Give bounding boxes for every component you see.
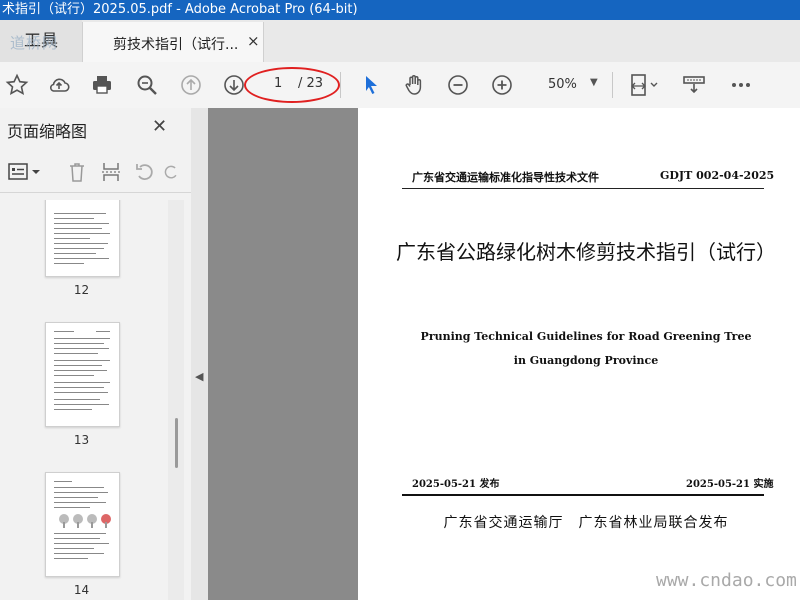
zoom-in-icon[interactable] [487, 70, 517, 100]
document-title: 广东省公路绿化树木修剪技术指引（试行） [396, 240, 776, 264]
site-watermark: www.cndao.com [656, 570, 797, 591]
document-canvas-background [208, 108, 358, 600]
pane-collapse-handle[interactable]: ◀ [191, 108, 208, 600]
doc-header-code: GDJT 002-04-2025 [660, 169, 775, 182]
header-rule [402, 188, 764, 189]
toolbar-divider [340, 72, 341, 98]
hand-icon[interactable] [399, 70, 429, 100]
title-bar: 术指引（试行）2025.05.pdf - Adobe Acrobat Pro (… [0, 0, 800, 20]
thumbnail-label: 14 [73, 583, 90, 597]
tab-document[interactable]: 剪技术指引（试行... × [82, 22, 264, 62]
page-fit-icon[interactable] [624, 70, 664, 100]
page-thumbnail[interactable] [45, 322, 120, 427]
options-menu-icon[interactable] [6, 160, 44, 184]
annotation-circle [244, 67, 340, 103]
rotate-left-icon[interactable] [132, 160, 158, 184]
pdf-page[interactable]: 广东省交通运输标准化指导性技术文件 GDJT 002-04-2025 广东省公路… [358, 108, 800, 600]
site-logo-watermark: 道桥网 [10, 34, 59, 52]
page-up-icon[interactable] [176, 70, 206, 100]
pointer-icon[interactable] [356, 70, 386, 100]
zoom-search-icon[interactable] [132, 70, 162, 100]
scan-icon[interactable] [679, 70, 709, 100]
page-thumbnail[interactable] [45, 200, 120, 277]
tab-bar: 工具 道桥网 剪技术指引（试行... × [0, 20, 800, 63]
issuing-authority: 广东省交通运输厅 广东省林业局联合发布 [443, 515, 729, 531]
more-icon[interactable] [726, 70, 756, 100]
toolbar-divider [612, 72, 613, 98]
implement-date: 2025-05-21 实施 [686, 479, 774, 490]
english-title-line-2: in Guangdong Province [513, 354, 659, 367]
cloud-upload-icon[interactable] [44, 70, 74, 100]
tab-close-icon[interactable]: × [247, 32, 260, 50]
pane-title: 页面缩略图 [7, 122, 88, 141]
thumbnail-label: 12 [73, 283, 90, 297]
trash-icon[interactable] [64, 160, 90, 184]
main-toolbar: 1 / 23 50% ▼ [0, 62, 800, 109]
zoom-value: 50% [548, 77, 577, 92]
close-icon[interactable]: ✕ [152, 116, 167, 137]
printer-icon[interactable] [87, 70, 117, 100]
footer-rule [402, 494, 764, 496]
tab-document-label: 剪技术指引（试行... [113, 37, 239, 53]
publish-date: 2025-05-21 发布 [412, 479, 500, 490]
thumbnail-list[interactable]: 12 13 14 [0, 200, 168, 600]
thumbnail-label: 13 [73, 433, 90, 447]
thumbnail-pane: 页面缩略图 ✕ 12 13 14 [0, 108, 192, 600]
page-thumbnail[interactable] [45, 472, 120, 577]
doc-header-left: 广东省交通运输标准化指导性技术文件 [412, 171, 599, 184]
zoom-level-select[interactable]: 50% ▼ [534, 72, 606, 98]
window-title: 术指引（试行）2025.05.pdf - Adobe Acrobat Pro (… [2, 2, 358, 17]
english-title-line-1: Pruning Technical Guidelines for Road Gr… [420, 330, 752, 343]
split-page-icon[interactable] [98, 160, 124, 184]
chevron-left-icon: ◀ [195, 370, 204, 383]
star-icon[interactable] [2, 70, 32, 100]
thumbnail-scrollbar[interactable] [168, 200, 184, 600]
rotate-right-icon[interactable] [162, 160, 180, 184]
chevron-down-icon: ▼ [590, 77, 598, 88]
zoom-out-icon[interactable] [443, 70, 473, 100]
thumbnail-toolbar [0, 152, 191, 193]
scrollbar-thumb[interactable] [175, 418, 178, 468]
